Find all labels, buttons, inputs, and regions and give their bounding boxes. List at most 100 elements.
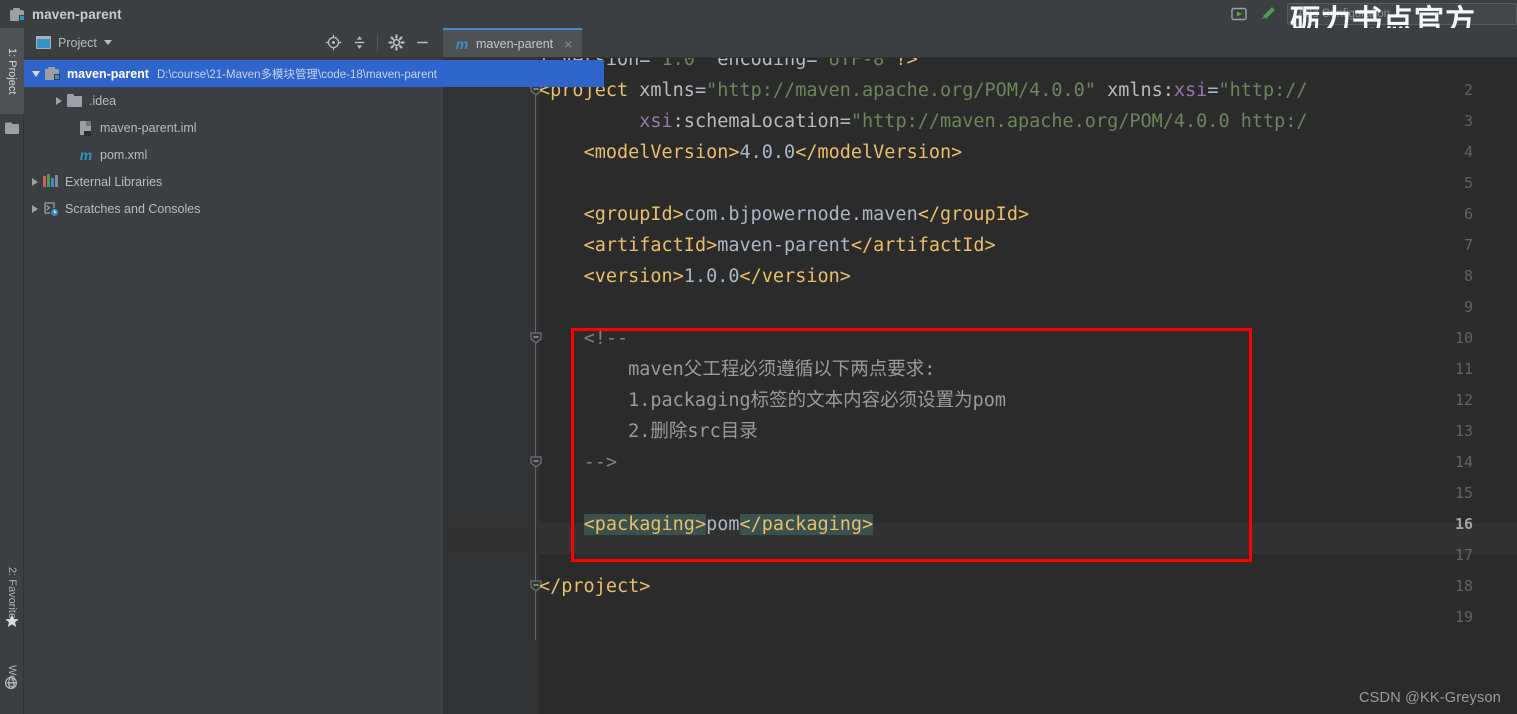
minimize-icon[interactable] <box>409 30 435 56</box>
code-token: = <box>1207 80 1219 101</box>
collapse-all-icon[interactable] <box>346 30 372 56</box>
code-token: <artifactId> <box>583 235 718 256</box>
project-view-icon <box>35 35 51 49</box>
tree-item-path: D:\course\21-Maven多模块管理\code-18\maven-pa… <box>156 68 437 81</box>
gear-icon[interactable] <box>383 30 409 56</box>
idea-window: maven-parent Add Configuration... 砺力书点官方 <box>0 0 1517 714</box>
scratches-icon <box>43 201 59 217</box>
code-token: 4.0.0 <box>739 142 796 163</box>
chevron-collapsed-icon[interactable] <box>56 96 62 105</box>
tree-item-idea[interactable]: .idea <box>24 87 443 114</box>
toolbar-divider <box>377 34 378 51</box>
module-icon <box>10 7 25 21</box>
tree-item-label: maven-parent.iml <box>100 120 197 135</box>
locate-icon[interactable] <box>320 30 346 56</box>
code-token: </groupId> <box>917 204 1030 225</box>
title-bar: maven-parent Add Configuration... 砺力书点官方 <box>0 0 1517 39</box>
module-icon <box>45 67 60 80</box>
code-line: <!-- <box>539 323 629 354</box>
tree-item-label: .idea <box>89 93 117 108</box>
editor-tab-maven-parent[interactable]: m maven-parent × <box>443 28 583 57</box>
tree-item-pom-xml[interactable]: m pom.xml <box>24 141 443 168</box>
code-line: maven父工程必须遵循以下两点要求: <box>539 354 935 385</box>
folder-icon <box>67 93 83 109</box>
tree-item-maven-parent[interactable]: maven-parent D:\course\21-Maven多模块管理\cod… <box>24 60 604 87</box>
close-icon[interactable]: × <box>564 36 572 52</box>
sidebar-item-favorites[interactable]: 2: Favorites <box>0 548 24 644</box>
chevron-collapsed-icon[interactable] <box>32 177 38 186</box>
fold-rail-line <box>535 82 536 640</box>
code-token: = <box>806 58 818 70</box>
run-with-coverage-icon[interactable] <box>1229 4 1249 24</box>
code-token: xmlns <box>639 80 695 101</box>
line-number-gutter <box>443 58 539 714</box>
editor-area: m maven-parent × 2 3 4 5 6 7 8 9 10 11 12 13 14 15 16 1… <box>443 28 1517 714</box>
tree-item-label: pom.xml <box>100 147 148 162</box>
code-token: <modelVersion> <box>583 142 740 163</box>
star-icon <box>4 613 20 629</box>
iml-file-icon <box>78 120 94 136</box>
code-token: <groupId> <box>583 204 684 225</box>
code-token: </version> <box>739 266 851 287</box>
project-panel-title: Project <box>58 35 97 50</box>
code-token: = <box>694 80 707 101</box>
chevron-down-icon[interactable] <box>103 40 112 45</box>
editor-tab-label: maven-parent <box>476 36 554 51</box>
project-title: maven-parent <box>10 7 122 22</box>
code-token: "UTF-8" <box>817 58 896 70</box>
code-line: xsi:schemaLocation="http://maven.apache.… <box>539 106 1307 137</box>
code-token: "http:// <box>1218 80 1308 101</box>
left-tool-rail: 1: Project 2: Favorites Web <box>0 28 24 714</box>
code-editor[interactable]: 2345678910111213141516171819 l version="… <box>443 58 1517 714</box>
tree-item-label: maven-parent <box>67 66 149 81</box>
chevron-expanded-icon[interactable] <box>32 70 40 77</box>
project-tree: maven-parent D:\course\21-Maven多模块管理\cod… <box>24 58 604 222</box>
code-line: <version>1.0.0</version> <box>539 261 851 292</box>
project-panel-header: Project <box>24 28 443 58</box>
project-title-label: maven-parent <box>32 6 122 22</box>
tree-item-maven-parent-iml[interactable]: maven-parent.iml <box>24 114 443 141</box>
code-token: <!-- <box>583 328 629 349</box>
code-line: <artifactId>maven-parent</artifactId> <box>539 230 996 261</box>
tree-item-scratches-and-consoles[interactable]: Scratches and Consoles <box>24 195 443 222</box>
tree-item-external-libraries[interactable]: External Libraries <box>24 168 443 195</box>
run-configuration-label: Add Configuration... <box>1298 8 1400 20</box>
chevron-collapsed-icon[interactable] <box>32 204 38 213</box>
code-token: 1.0.0 <box>683 266 740 287</box>
maven-file-icon: m <box>455 35 469 52</box>
code-token: xsi <box>639 111 673 132</box>
run-configuration-selector[interactable]: Add Configuration... <box>1287 3 1517 25</box>
code-token: ?> <box>895 58 918 70</box>
code-line: 2.删除src目录 <box>539 416 758 447</box>
code-line: <packaging>pom</packaging> <box>539 509 874 540</box>
code-token: </artifactId> <box>850 235 996 256</box>
sidebar-item-project[interactable]: 1: Project <box>0 28 24 114</box>
code-token: :schemaLocation <box>672 111 840 132</box>
rail-label-project: 1: Project <box>6 47 18 95</box>
code-token: 2.删除src目录 <box>628 421 758 442</box>
code-token: xsi <box>1173 80 1208 101</box>
project-view-selector[interactable]: Project <box>35 35 112 50</box>
build-hammer-icon[interactable] <box>1258 4 1278 24</box>
code-line: --> <box>539 447 617 478</box>
maven-file-icon: m <box>79 146 93 163</box>
code-token: maven-parent <box>717 235 851 256</box>
code-token: 1.packaging标签的文本内容必须设置为pom <box>628 390 1007 411</box>
code-token: </packaging> <box>739 514 874 535</box>
code-token: encoding <box>717 58 807 70</box>
title-bar-right-tools: Add Configuration... <box>1229 0 1517 28</box>
code-token: = <box>639 58 651 70</box>
code-line: </project> <box>539 571 650 602</box>
